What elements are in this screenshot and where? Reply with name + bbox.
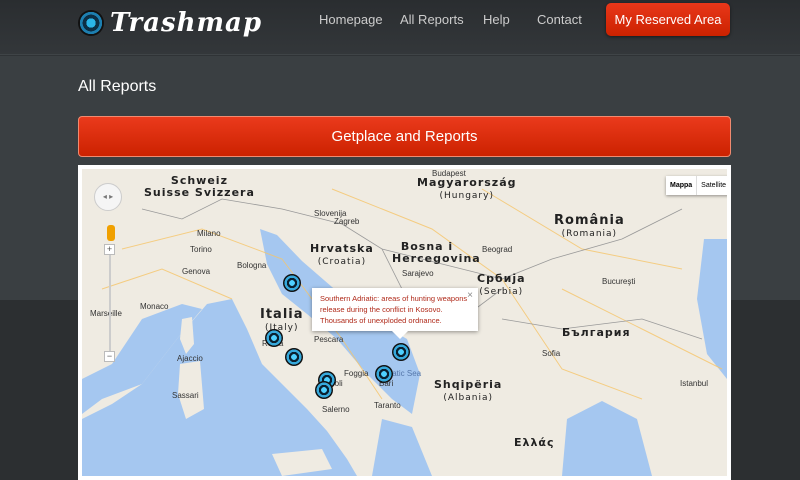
city-label: Bucureşti [602,277,636,286]
city-label: Genova [182,267,211,276]
page-title: All Reports [78,78,157,95]
logo[interactable]: Trashmap [78,8,262,38]
city-label: Foggia [344,369,369,378]
report-marker[interactable] [265,329,283,347]
logo-text: Trashmap [110,8,263,38]
report-marker[interactable] [375,365,393,383]
map-type-map-button[interactable]: Mappa [666,176,696,195]
zoom-in-button[interactable]: + [104,244,115,255]
country-label-bosnia: Bosna i Hercegovina [392,240,481,265]
header: Trashmap Homepage All Reports Help Conta… [0,0,800,55]
city-label: Istanbul [680,379,709,388]
city-label: Salerno [322,405,350,414]
pan-control[interactable]: ◂ ▸ [94,183,122,211]
nav-homepage[interactable]: Homepage [319,12,383,27]
country-label-croatia: Hrvatska (Croatia) [310,242,374,268]
nav-all-reports[interactable]: All Reports [400,12,464,27]
city-label: Zagreb [334,217,360,226]
city-label: Taranto [374,401,401,410]
map-type-control: Mappa Satellite [666,176,727,195]
nav-contact[interactable]: Contact [537,12,582,27]
city-label: Monaco [140,302,169,311]
country-label-serbia: Србија (Serbia) [477,272,526,298]
close-icon[interactable]: × [467,290,473,301]
map[interactable]: Schweiz Suisse Svizzera Magyarország (Hung… [82,169,727,476]
city-label: Marseille [90,309,123,318]
city-label: Budapest [432,169,466,178]
getplace-button[interactable]: Getplace and Reports [78,116,731,157]
zoom-slider[interactable] [109,253,111,353]
popup-text: Southern Adriatic: areas of hunting weap… [320,294,468,325]
city-label: Torino [190,245,212,254]
report-popup: Southern Adriatic: areas of hunting weap… [312,288,478,339]
city-label: Bologna [237,261,267,270]
country-label-switzerland: Schweiz Suisse Svizzera [144,174,255,199]
country-label-bulgaria: България [562,326,631,339]
country-label-italy: Italia (Italy) [260,307,304,333]
map-type-satellite-button[interactable]: Satellite [696,176,727,195]
country-label-hungary: Magyarország (Hungary) [417,176,517,202]
zoom-out-button[interactable]: − [104,351,115,362]
reserved-area-button[interactable]: My Reserved Area [606,3,730,36]
aegean-sea [562,401,652,476]
city-label: Sarajevo [402,269,434,278]
city-label: Milano [197,229,221,238]
ionian-sea [372,419,432,476]
report-marker[interactable] [283,274,301,292]
nav-help[interactable]: Help [483,12,510,27]
pegman-icon[interactable] [107,225,115,241]
city-label: Ajaccio [177,354,203,363]
map-frame: Schweiz Suisse Svizzera Magyarország (Hung… [78,165,731,480]
country-label-romania: România (Romania) [554,213,625,239]
city-label: Sassari [172,391,199,400]
country-label-albania: Shqipëria (Albania) [434,378,503,404]
country-label-greece: Ελλάς [514,436,555,449]
report-marker[interactable] [285,348,303,366]
report-marker[interactable] [315,381,333,399]
logo-icon [78,10,104,36]
city-label: Pescara [314,335,344,344]
city-label: Slovenija [314,209,347,218]
black-sea [697,239,727,379]
report-marker[interactable] [392,343,410,361]
city-label: Sofia [542,349,561,358]
city-label: Beograd [482,245,513,254]
